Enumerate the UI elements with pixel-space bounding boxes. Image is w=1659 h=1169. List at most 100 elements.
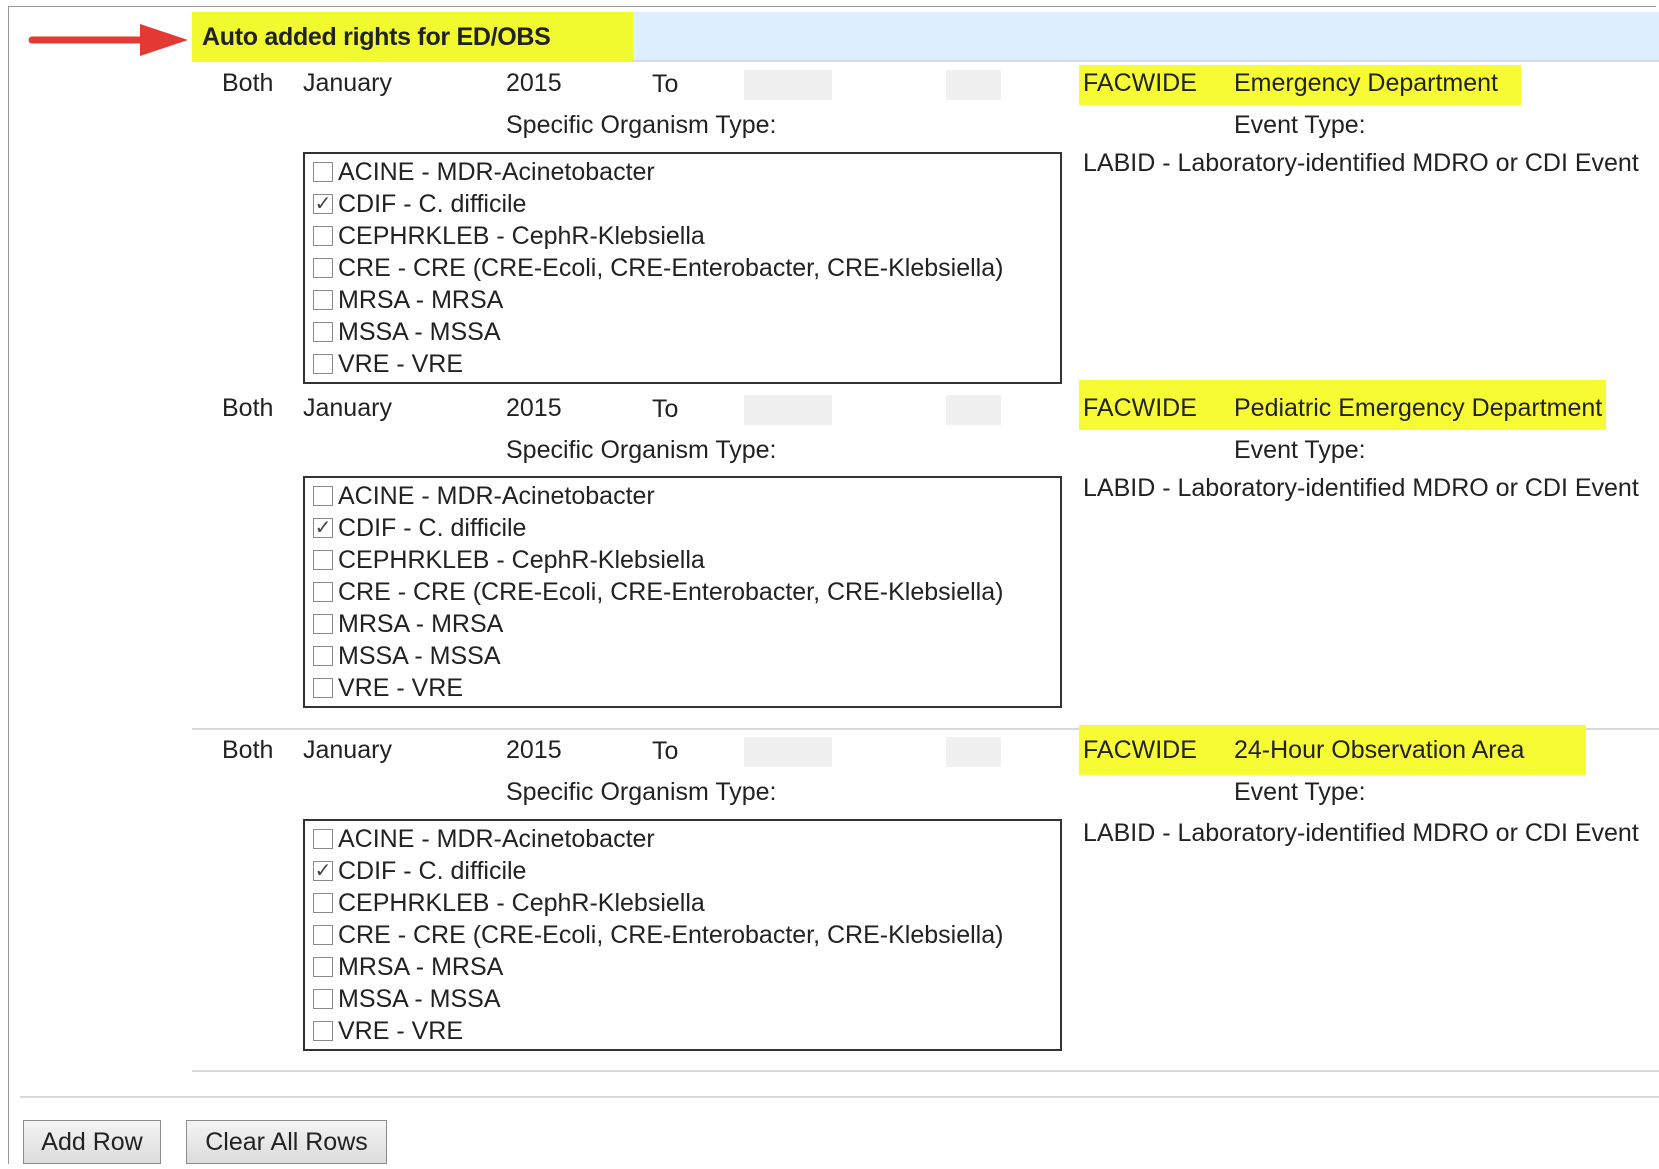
add-row-button[interactable]: Add Row xyxy=(23,1120,161,1164)
organism-listbox[interactable]: ACINE - MDR-Acinetobacter ✓ CDIF - C. dif… xyxy=(303,152,1062,384)
organism-option[interactable]: VRE - VRE xyxy=(313,672,463,704)
organism-listbox[interactable]: ACINE - MDR-Acinetobacter ✓ CDIF - C. dif… xyxy=(303,819,1062,1051)
organism-label: MSSA - MSSA xyxy=(338,985,501,1013)
organism-label: CDIF - C. difficile xyxy=(338,190,527,218)
checkbox[interactable] xyxy=(313,290,333,310)
rights-row: Both January 2015 To FACWIDE Emergency D… xyxy=(0,62,1659,402)
organism-option[interactable]: MRSA - MRSA xyxy=(313,951,503,983)
organism-label: MRSA - MRSA xyxy=(338,953,504,981)
checkbox[interactable] xyxy=(313,486,333,506)
organism-option[interactable]: MSSA - MSSA xyxy=(313,983,501,1015)
checkbox[interactable] xyxy=(313,925,333,945)
scope-both[interactable]: Both xyxy=(222,66,273,100)
checkbox[interactable] xyxy=(313,829,333,849)
checkbox[interactable] xyxy=(313,226,333,246)
checkbox[interactable] xyxy=(313,646,333,666)
end-month-field[interactable] xyxy=(744,395,832,425)
organism-option[interactable]: CRE - CRE (CRE-Ecoli, CRE-Enterobacter, … xyxy=(313,919,1003,951)
checkbox[interactable] xyxy=(313,550,333,570)
organism-type-label: Specific Organism Type: xyxy=(506,436,777,464)
organism-option[interactable]: ✓ CDIF - C. difficile xyxy=(313,855,526,887)
to-label: To xyxy=(652,737,679,765)
checkbox[interactable] xyxy=(313,1021,333,1041)
organism-option[interactable]: MRSA - MRSA xyxy=(313,284,503,316)
start-month[interactable]: January xyxy=(303,733,392,767)
red-arrow-icon xyxy=(28,24,188,56)
organism-label: CEPHRKLEB - CephR-Klebsiella xyxy=(338,889,705,917)
end-month-field[interactable] xyxy=(744,70,832,100)
footer-divider xyxy=(20,1096,1659,1098)
organism-label: ACINE - MDR-Acinetobacter xyxy=(338,158,655,186)
organism-option[interactable]: CEPHRKLEB - CephR-Klebsiella xyxy=(313,220,705,252)
rights-row: Both January 2015 To FACWIDE 24-Hour Obs… xyxy=(0,725,1659,1069)
organism-option[interactable]: VRE - VRE xyxy=(313,348,463,380)
section-title: Auto added rights for ED/OBS xyxy=(192,12,633,62)
start-year[interactable]: 2015 xyxy=(506,733,562,767)
row-divider xyxy=(192,1070,1659,1072)
checkbox[interactable] xyxy=(313,893,333,913)
organism-option[interactable]: VRE - VRE xyxy=(313,1015,463,1047)
organism-label: CDIF - C. difficile xyxy=(338,857,527,885)
checked-checkbox[interactable]: ✓ xyxy=(313,518,333,538)
location-type: FACWIDE xyxy=(1083,69,1197,97)
start-month[interactable]: January xyxy=(303,66,392,100)
organism-option[interactable]: CEPHRKLEB - CephR-Klebsiella xyxy=(313,544,705,576)
clear-all-rows-button[interactable]: Clear All Rows xyxy=(186,1120,387,1164)
location-name: 24-Hour Observation Area xyxy=(1234,736,1525,764)
rights-row: Both January 2015 To FACWIDE Pediatric E… xyxy=(0,380,1659,727)
start-year[interactable]: 2015 xyxy=(506,66,562,100)
location-name: Pediatric Emergency Department xyxy=(1234,394,1603,422)
start-month[interactable]: January xyxy=(303,391,392,425)
checkbox[interactable] xyxy=(313,322,333,342)
organism-option[interactable]: ACINE - MDR-Acinetobacter xyxy=(313,823,655,855)
event-type-value[interactable]: LABID - Laboratory-identified MDRO or CD… xyxy=(1083,816,1639,850)
organism-label: CEPHRKLEB - CephR-Klebsiella xyxy=(338,222,705,250)
start-year[interactable]: 2015 xyxy=(506,391,562,425)
organism-option[interactable]: MSSA - MSSA xyxy=(313,316,501,348)
organism-label: MRSA - MRSA xyxy=(338,286,504,314)
organism-option[interactable]: ACINE - MDR-Acinetobacter xyxy=(313,480,655,512)
organism-label: CEPHRKLEB - CephR-Klebsiella xyxy=(338,546,705,574)
organism-option[interactable]: ✓ CDIF - C. difficile xyxy=(313,512,526,544)
checked-checkbox[interactable]: ✓ xyxy=(313,861,333,881)
organism-option[interactable]: ✓ CDIF - C. difficile xyxy=(313,188,526,220)
checkbox[interactable] xyxy=(313,582,333,602)
location-type: FACWIDE xyxy=(1083,736,1197,764)
organism-listbox[interactable]: ACINE - MDR-Acinetobacter ✓ CDIF - C. dif… xyxy=(303,476,1062,708)
event-type-value[interactable]: LABID - Laboratory-identified MDRO or CD… xyxy=(1083,471,1639,505)
organism-option[interactable]: MSSA - MSSA xyxy=(313,640,501,672)
checked-checkbox[interactable]: ✓ xyxy=(313,194,333,214)
checkbox[interactable] xyxy=(313,678,333,698)
organism-label: VRE - VRE xyxy=(338,350,464,378)
scope-both[interactable]: Both xyxy=(222,733,273,767)
end-year-field[interactable] xyxy=(946,70,1001,100)
to-label: To xyxy=(652,395,679,423)
organism-label: VRE - VRE xyxy=(338,1017,464,1045)
checkbox[interactable] xyxy=(313,614,333,634)
organism-label: CDIF - C. difficile xyxy=(338,514,527,542)
end-year-field[interactable] xyxy=(946,395,1001,425)
checkbox[interactable] xyxy=(313,957,333,977)
organism-option[interactable]: CRE - CRE (CRE-Ecoli, CRE-Enterobacter, … xyxy=(313,576,1003,608)
to-label: To xyxy=(652,70,679,98)
checkbox[interactable] xyxy=(313,354,333,374)
scope-both[interactable]: Both xyxy=(222,391,273,425)
organism-type-label: Specific Organism Type: xyxy=(506,111,777,139)
event-type-value[interactable]: LABID - Laboratory-identified MDRO or CD… xyxy=(1083,146,1639,180)
checkbox[interactable] xyxy=(313,989,333,1009)
end-year-field[interactable] xyxy=(946,737,1001,767)
end-month-field[interactable] xyxy=(744,737,832,767)
organism-option[interactable]: MRSA - MRSA xyxy=(313,608,503,640)
organism-option[interactable]: ACINE - MDR-Acinetobacter xyxy=(313,156,655,188)
organism-label: CRE - CRE (CRE-Ecoli, CRE-Enterobacter, … xyxy=(338,921,1004,949)
organism-option[interactable]: CRE - CRE (CRE-Ecoli, CRE-Enterobacter, … xyxy=(313,252,1003,284)
event-type-label: Event Type: xyxy=(1234,778,1366,806)
checkbox[interactable] xyxy=(313,258,333,278)
organism-label: MSSA - MSSA xyxy=(338,642,501,670)
organism-label: MRSA - MRSA xyxy=(338,610,504,638)
organism-label: MSSA - MSSA xyxy=(338,318,501,346)
checkbox[interactable] xyxy=(313,162,333,182)
organism-label: ACINE - MDR-Acinetobacter xyxy=(338,482,655,510)
organism-option[interactable]: CEPHRKLEB - CephR-Klebsiella xyxy=(313,887,705,919)
organism-label: CRE - CRE (CRE-Ecoli, CRE-Enterobacter, … xyxy=(338,578,1004,606)
